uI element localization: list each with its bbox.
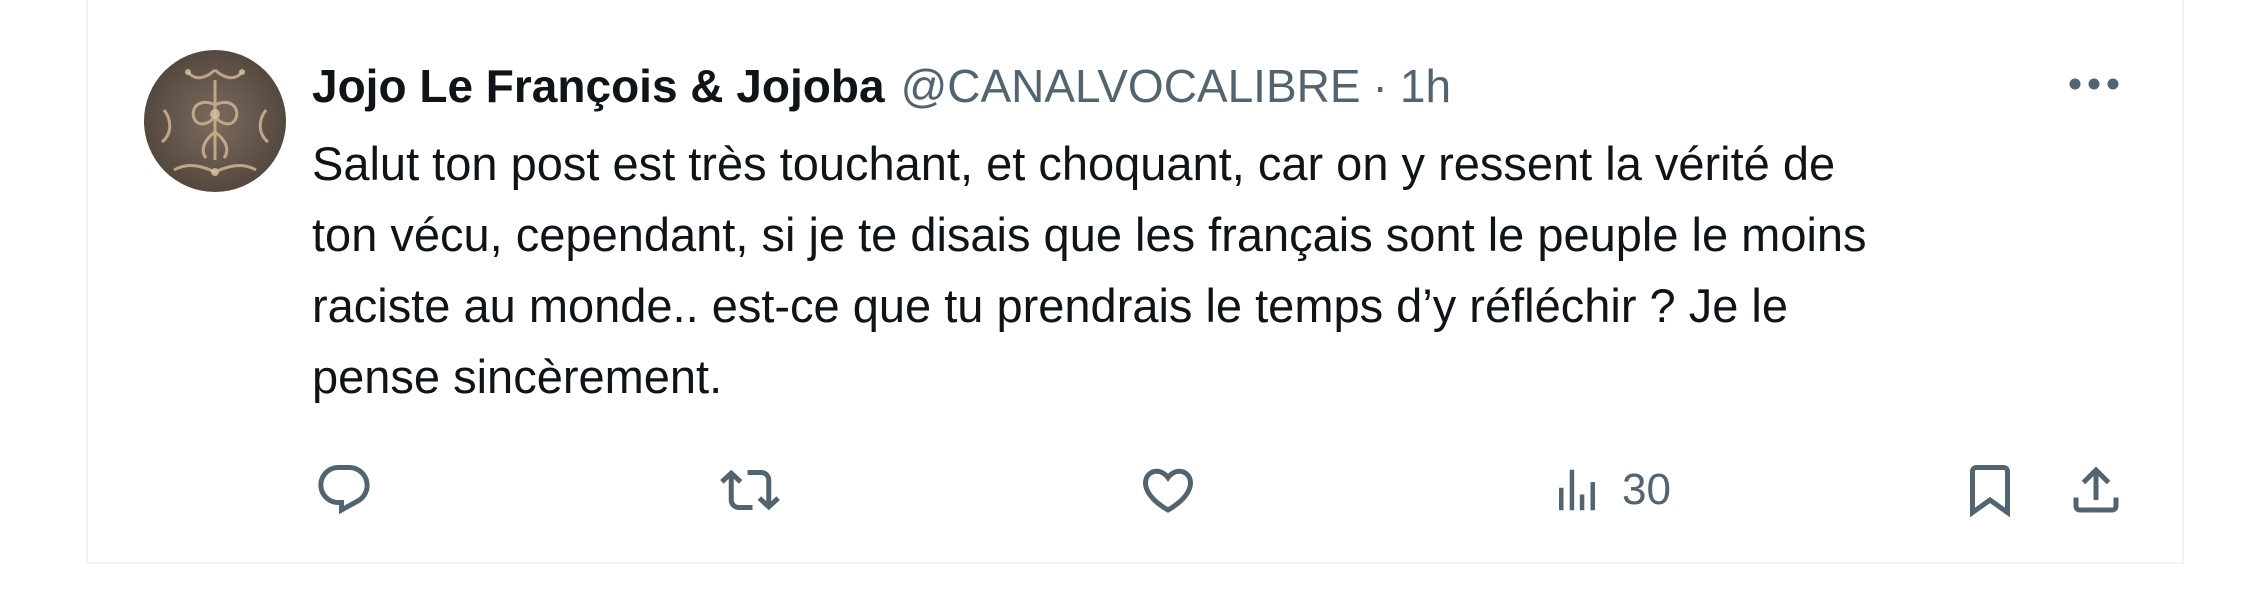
bookmark-button[interactable]	[1960, 450, 2020, 530]
repost-icon	[720, 460, 780, 520]
bookmark-icon	[1960, 460, 2020, 520]
heart-icon	[1138, 460, 1198, 520]
views-count: 30	[1622, 465, 1671, 514]
like-button[interactable]	[1138, 450, 1198, 530]
tweet-text-line: pense sincèrement.	[312, 350, 723, 403]
tweet-text-line: raciste au monde.. est-ce que tu prendra…	[312, 279, 1789, 332]
tweet-header: Jojo Le François & Jojoba @CANALVOCALIBR…	[312, 56, 1451, 116]
tweet-text-line: Salut ton post est très touchant, et cho…	[312, 137, 1836, 190]
reply-button[interactable]	[314, 450, 374, 530]
more-options-button[interactable]	[2066, 66, 2122, 106]
tweet-text-line: ton vécu, cependant, si je te disais que…	[312, 208, 1867, 261]
display-name[interactable]: Jojo Le François & Jojoba	[312, 59, 885, 113]
more-horizontal-icon	[2068, 77, 2120, 96]
repost-button[interactable]	[720, 450, 780, 530]
reply-icon	[314, 460, 374, 520]
avatar[interactable]	[144, 50, 286, 192]
share-icon	[2066, 460, 2126, 520]
timestamp[interactable]: 1h	[1400, 59, 1451, 113]
user-handle[interactable]: @CANALVOCALIBRE	[901, 59, 1361, 113]
views-icon	[1550, 460, 1604, 520]
share-button[interactable]	[2066, 450, 2126, 530]
views-button[interactable]: 30	[1550, 450, 1671, 530]
tweet-text: Salut ton post est très touchant, et cho…	[312, 128, 2132, 412]
separator-dot: ·	[1372, 60, 1388, 112]
action-bar: 30	[0, 450, 2264, 530]
